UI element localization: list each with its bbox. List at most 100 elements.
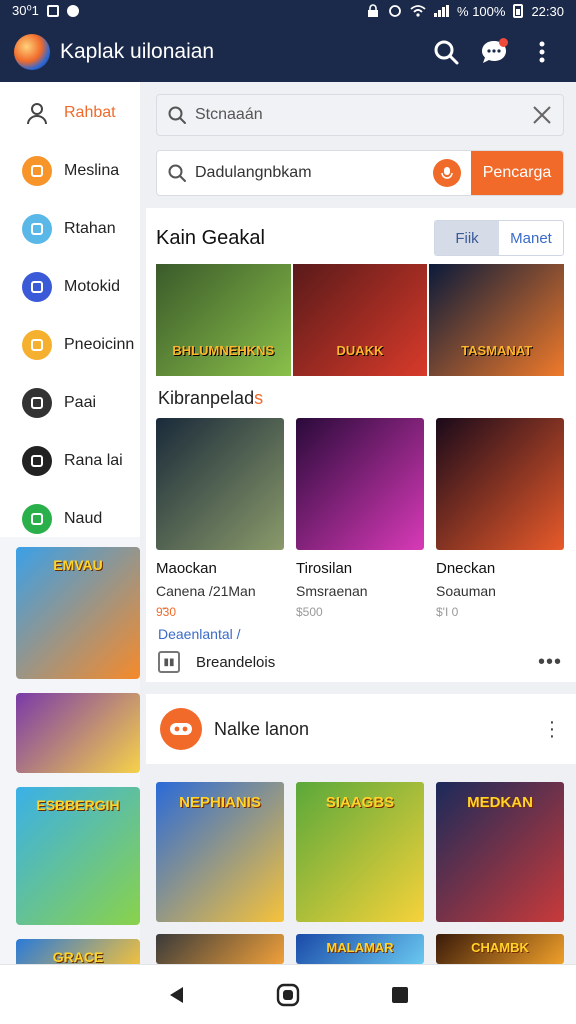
wifi-icon [410, 5, 426, 17]
sidebar-promo-tiles: EMVAU ESBBERGIH GRACE [0, 537, 140, 964]
app-notification-icon [66, 5, 79, 17]
featured-banner[interactable]: DUAKK [292, 264, 428, 376]
cross-icon [22, 272, 52, 302]
chat-button[interactable] [474, 32, 514, 72]
grid-game-label: CHAMBK [471, 940, 529, 955]
second-card-title: Nalke lanon [214, 718, 310, 739]
game-thumbnail[interactable] [436, 418, 564, 550]
overflow-menu-button[interactable] [522, 32, 562, 72]
grid-game-tile[interactable]: NEPHIANIS [156, 782, 284, 922]
second-card[interactable]: Nalke lanon · · · [146, 694, 576, 764]
more-vertical-icon [539, 41, 545, 63]
more-horizontal-icon[interactable]: ••• [538, 651, 562, 674]
home-icon [276, 983, 300, 1006]
featured-footer-text[interactable]: Breandelois [196, 654, 538, 671]
grid-game-tile[interactable]: MALAMAR [296, 934, 424, 964]
grid-game-label: SIAAGBS [325, 794, 395, 811]
grid-game-tile[interactable]: SIAAGBS [296, 782, 424, 922]
voice-search-icon[interactable] [433, 159, 461, 187]
more-vertical-icon[interactable]: · · · [542, 712, 562, 746]
status-bar: 30⁰1 % 100% 22:30 [0, 0, 576, 22]
game-name: Dneckan [436, 560, 496, 577]
section-label: Kibranpelads [158, 388, 263, 409]
search-submit-button[interactable]: Pencarga [471, 151, 563, 195]
promo-tile[interactable]: ESBBERGIH [16, 787, 140, 925]
lock-icon [368, 4, 379, 17]
user-icon [22, 98, 52, 128]
app-bar: Kaplak uilonaian [0, 22, 576, 82]
game-subtitle: Smsraenan [296, 583, 368, 599]
segment-tab-1[interactable]: Manet [499, 221, 563, 255]
notification-icon [46, 5, 59, 17]
game-thumbnail[interactable] [156, 418, 284, 550]
app-title: Kaplak uilonaian [60, 40, 215, 63]
featured-banner[interactable]: TASMANAT [429, 264, 565, 376]
shield-icon [22, 446, 52, 476]
game-list: Maockan Canena /21Man 9̃30 Tirosilan Smsraen… [156, 418, 564, 619]
grid-game-label: MEDKAN [467, 794, 533, 811]
segment-tab-0[interactable]: Fiik [435, 221, 499, 255]
grid-game-tile[interactable]: CHAMBK [436, 934, 564, 964]
promo-tile[interactable]: EMVAU [16, 547, 140, 679]
signal-icon [434, 5, 450, 17]
sidebar-item-4[interactable]: Pneoicinn [0, 316, 140, 374]
featured-banner-label: DUAKK [336, 343, 384, 358]
featured-banner[interactable]: BHLUMNEHKNS [156, 264, 291, 376]
sidebar-item-label: Meslina [64, 162, 120, 179]
sidebar: Rahbat Meslina Rtahan Motokid Pneoicinn Paai R… [0, 82, 140, 964]
featured-banner-row: BHLUMNEHKNS DUAKK TASMANAT [156, 264, 565, 376]
featured-header: Kain Geakal Fiik Manet [156, 220, 564, 256]
game-card[interactable]: Dneckan Soauman $'I 0 [436, 418, 564, 619]
game-subtitle: Canena /21Man [156, 583, 256, 599]
grid-game-label: NEPHIANIS [179, 794, 261, 811]
recents-icon [392, 986, 408, 1003]
system-nav-bar [0, 964, 576, 1024]
recents-button[interactable] [380, 975, 420, 1015]
sidebar-item-5[interactable]: Paai [0, 374, 140, 432]
featured-card: Kain Geakal Fiik Manet BHLUMNEHKNS DUAKK T… [146, 208, 576, 682]
search-icon [168, 164, 186, 182]
grid-game-tile[interactable]: MEDKAN [436, 782, 564, 922]
grid-game-tile[interactable] [156, 934, 284, 964]
game-grid: NEPHIANIS SIAAGBS MEDKAN MALAMAR CHAMBK [156, 782, 564, 964]
section-label-accent: s [254, 388, 264, 408]
chat-notification-dot [499, 38, 508, 47]
sidebar-item-label: Rahbat [64, 104, 116, 121]
primary-search-bar[interactable]: Stcnaaán [156, 94, 564, 136]
featured-banner-label: TASMANAT [461, 343, 533, 358]
featured-title: Kain Geakal [156, 226, 265, 249]
game-card[interactable]: Maockan Canena /21Man 9̃30 [156, 418, 284, 619]
game-thumbnail[interactable] [296, 418, 424, 550]
secondary-search-bar[interactable]: Dadulangnbkam Pencarga [156, 150, 564, 196]
promo-tile[interactable] [16, 693, 140, 773]
sidebar-item-0[interactable]: Rahbat [0, 84, 140, 142]
sidebar-item-3[interactable]: Motokid [0, 258, 140, 316]
sidebar-nav: Rahbat Meslina Rtahan Motokid Pneoicinn Paai R… [0, 82, 140, 548]
sidebar-item-label: Motokid [64, 278, 121, 295]
sidebar-item-2[interactable]: Rtahan [0, 200, 140, 258]
game-price: $500 [296, 605, 323, 619]
game-name: Tirosilan [296, 560, 353, 577]
game-card[interactable]: Tirosilan Smsraenan $500 [296, 418, 424, 619]
secondary-search-input[interactable]: Dadulangnbkam [195, 164, 433, 182]
promo-tile[interactable]: GRACE [16, 939, 140, 964]
pause-icon[interactable]: ▮▮ [158, 651, 180, 673]
game-name: Maockan [156, 560, 217, 577]
promo-tile-label: GRACE [52, 949, 104, 964]
home-button[interactable] [268, 975, 308, 1015]
back-button[interactable] [156, 975, 196, 1015]
back-icon [170, 986, 183, 1003]
grid-game-label: MALAMAR [326, 940, 394, 955]
promo-tile-label: EMVAU [53, 557, 103, 573]
app-logo[interactable] [14, 34, 50, 70]
sidebar-item-6[interactable]: Rana lai [0, 432, 140, 490]
check-icon [22, 388, 52, 418]
more-link[interactable]: Deaenlantal / [158, 626, 241, 642]
sidebar-item-1[interactable]: Meslina [0, 142, 140, 200]
game-price: $'I 0 [436, 605, 459, 619]
sidebar-item-label: Paai [64, 394, 97, 411]
section-label-text: Kibranpelad [158, 388, 255, 408]
search-icon [168, 106, 186, 124]
search-button[interactable] [426, 32, 466, 72]
close-icon[interactable] [531, 104, 553, 126]
